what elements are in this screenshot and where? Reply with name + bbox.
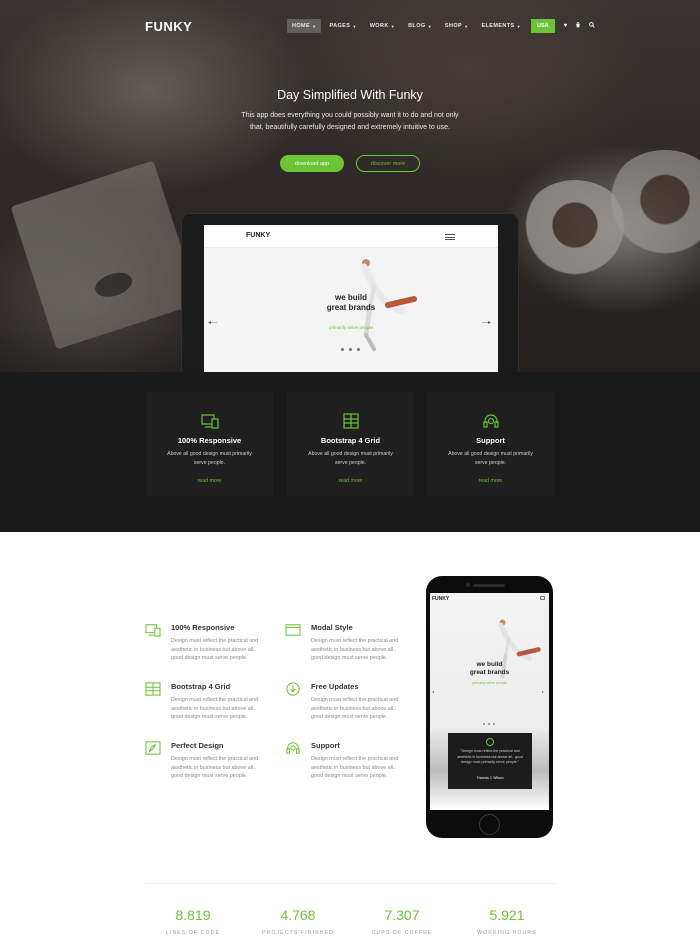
pen-icon [145,741,161,755]
stat-label: CUPS OF COFFEE [371,930,433,936]
quote-icon [486,738,494,746]
app-feature-description: Design must reflect the practical and aes… [311,697,399,721]
top-navigation: FUNKY HOME ▼ PAGES ▼ WORK ▼ BLOG ▼ SHOP ▼ ELE… [0,0,700,52]
heart-icon[interactable]: ♥ [564,23,568,29]
discover-more-button[interactable]: discover more [356,155,420,172]
app-feature-title: Perfect Design [171,741,224,750]
section-divider [145,883,555,884]
devices-icon [145,624,161,637]
slider-dots[interactable] [483,723,495,725]
stat-lines-of-code: 8.819 LINES OF CODE [143,907,243,936]
testimonial-author: Thomas J. Wilson [476,776,504,780]
chevron-down-icon: ▼ [390,23,396,29]
hamburger-menu-icon [445,234,455,240]
chevron-down-icon: ▼ [516,23,521,29]
search-icon[interactable] [589,22,595,30]
stat-value: 8.819 [175,907,211,923]
site-logo[interactable]: FUNKY [145,19,192,34]
phone-screen-logo: FUNKY [432,596,450,602]
phone-mockup: FUNKY we build great brands primarily ser… [426,576,553,838]
stat-value: 4.768 [280,907,316,923]
main-menu: HOME ▼ PAGES ▼ WORK ▼ BLOG ▼ SHOP ▼ ELEMENTS ▼… [287,19,595,33]
nav-item-pages[interactable]: PAGES ▼ [324,19,361,33]
nav-item-work[interactable]: WORK ▼ [365,19,400,33]
read-more-link[interactable]: read more [427,478,554,484]
devices-icon [201,414,219,429]
app-feature-description: Design must reflect the practical and aes… [171,756,259,780]
tablet-subline: primarily serve people [328,325,374,330]
headset-icon [286,742,300,754]
tablet-mockup: FUNKY we build great brands primarily ser… [181,213,519,372]
app-feature-title: Free Updates [311,682,359,691]
feature-title: Support [476,436,505,445]
feature-card-support: Support Above all good design must prima… [427,392,554,496]
headset-icon [483,414,499,428]
testimonial-card: "Design must reflect the practical and a… [448,733,532,789]
app-feature-title: Bootstrap 4 Grid [171,682,231,691]
slider-dots[interactable] [341,348,360,351]
grid-icon [343,413,359,429]
testimonial-text: "Design must reflect the practical and a… [457,749,523,764]
feature-title: 100% Responsive [177,436,242,445]
stat-value: 7.307 [384,907,420,923]
stat-label: PROJECTS FINISHED [262,930,334,936]
feature-card-responsive: 100% Responsive Above all good design mu… [146,392,273,496]
stat-projects-finished: 4.768 PROJECTS FINISHED [248,907,348,936]
tablet-screen-logo: FUNKY [246,232,271,239]
app-feature-description: Design must reflect the practical and aes… [311,638,399,662]
phone-menu-icon [540,596,545,600]
stat-value: 5.921 [489,907,525,923]
usa-button[interactable]: USA [530,19,555,33]
nav-item-elements[interactable]: ELEMENTS ▼ [476,19,526,33]
phone-headline: we build great brands [469,661,510,676]
app-feature-description: Design must reflect the practical and aes… [311,756,399,780]
phone-subline: primarily serve people [472,681,507,685]
nav-item-home[interactable]: HOME ▼ [287,19,322,33]
chevron-down-icon: ▼ [464,23,469,29]
cart-icon[interactable] [575,22,581,30]
app-feature-description: Design must reflect the practical and aes… [171,638,259,662]
download-icon [286,682,300,696]
stat-working-hours: 5.921 WORKING HOURS [457,907,557,936]
app-feature-title: Support [311,741,340,750]
app-feature-title: Modal Style [311,623,353,632]
download-app-button[interactable]: download app [280,155,344,172]
hero-subtitle: This app does everything you could possi… [241,112,459,131]
read-more-link[interactable]: read more [146,478,273,484]
arrow-left-icon[interactable]: ◂— [208,319,217,326]
phone-screen: FUNKY we build great brands primarily ser… [430,593,549,810]
arrow-right-icon[interactable]: ▸ [542,689,544,694]
feature-description: Above all good design must primarily serv… [308,451,393,466]
app-feature-description: Design must reflect the practical and aes… [171,697,259,721]
jumping-person-image [498,619,541,679]
feature-title: Bootstrap 4 Grid [320,436,381,445]
stat-cups-of-coffee: 7.307 CUPS OF COFFEE [352,907,452,936]
grid-icon [145,682,161,696]
nav-item-blog[interactable]: BLOG ▼ [403,19,437,33]
read-more-link[interactable]: read more [287,478,414,484]
phone-home-button [479,814,500,835]
tablet-headline: we build great brands [326,293,376,312]
hero-title: Day Simplified With Funky [277,88,423,102]
feature-description: Above all good design must primarily serv… [448,451,533,466]
nav-item-shop[interactable]: SHOP ▼ [440,19,474,33]
chevron-down-icon: ▼ [427,23,432,29]
arrow-left-icon[interactable]: ◂ [432,689,434,694]
app-feature-title: 100% Responsive [171,623,235,632]
tablet-screen: FUNKY we build great brands primarily ser… [204,225,498,372]
hero-section: FUNKY HOME ▼ PAGES ▼ WORK ▼ BLOG ▼ SHOP ▼ ELE… [0,0,700,372]
stat-label: WORKING HOURS [477,930,537,936]
arrow-right-icon[interactable]: —▸ [482,319,491,326]
chevron-down-icon: ▼ [352,23,357,29]
stat-label: LINES OF CODE [165,930,221,936]
feature-card-bootstrap: Bootstrap 4 Grid Above all good design m… [287,392,414,496]
dark-features-section: 100% Responsive Above all good design mu… [0,372,700,532]
chevron-down-icon: ▼ [312,23,317,29]
feature-description: Above all good design must primarily serv… [167,451,252,466]
modal-icon [285,624,301,636]
